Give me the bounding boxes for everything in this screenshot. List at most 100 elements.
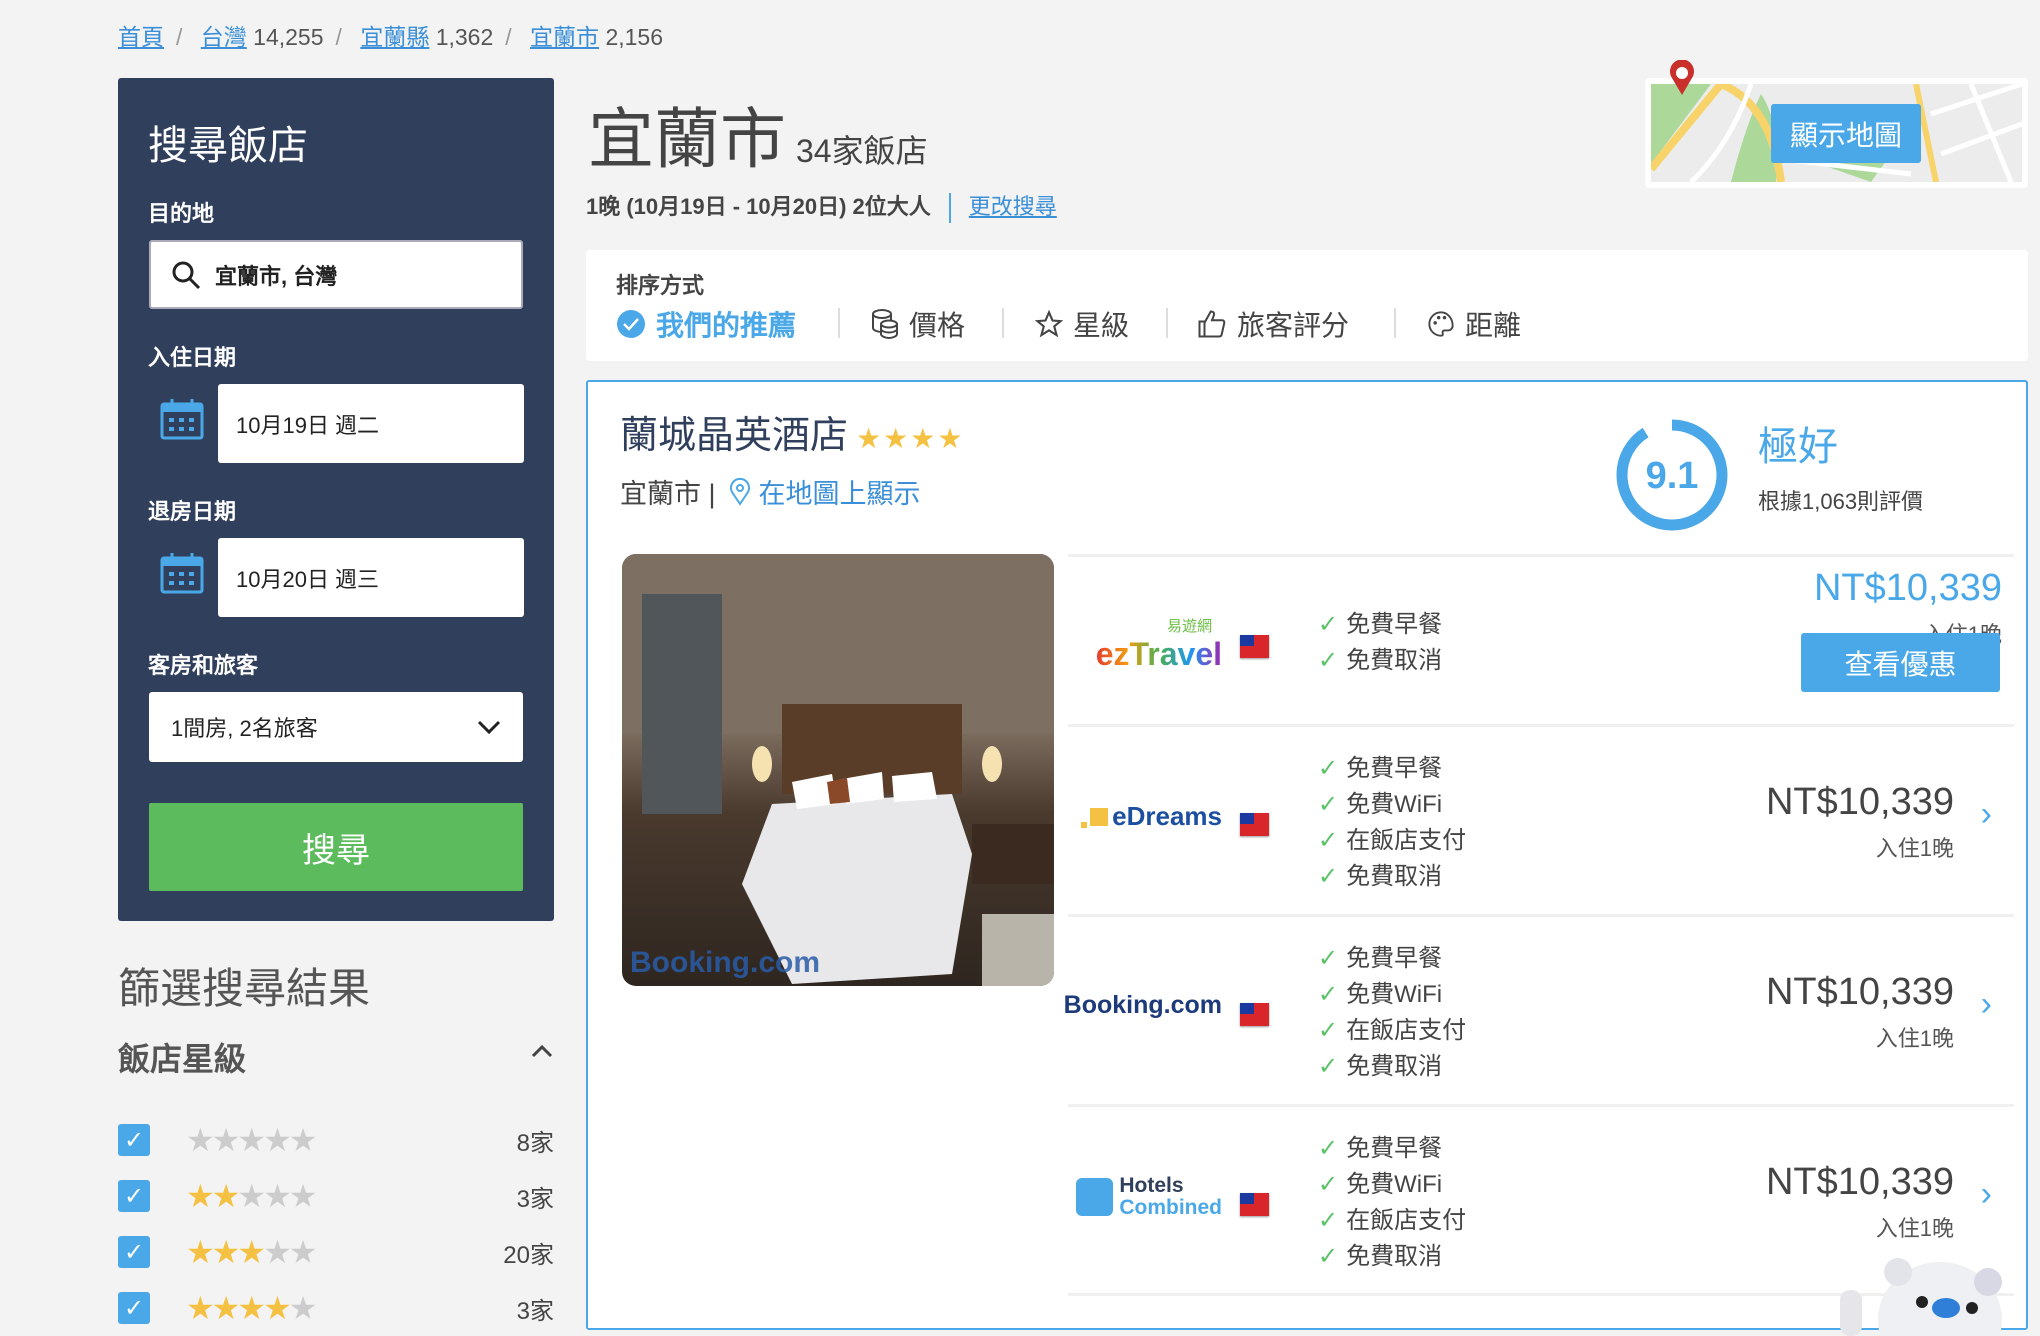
sort-option-recommended[interactable]: 我們的推薦 — [616, 304, 796, 344]
hotelscombined-logo: Hotels Combined — [1076, 1175, 1222, 1219]
breadcrumb-yilan-city[interactable]: 宜蘭市 — [530, 24, 599, 50]
offer-row-booking[interactable]: Booking.com ✓ 免費早餐 ✓ 免費WiFi ✓ 在飯店支付 ✓ 免費取消 NT$1… — [1063, 914, 2014, 1104]
edreams-logo: eDreams — [1076, 801, 1222, 832]
hotel-photo[interactable]: Booking.com — [622, 554, 1054, 986]
check-circle-icon — [617, 310, 645, 338]
chevron-right-icon[interactable]: › — [1981, 795, 1992, 834]
check-icon: ✓ — [1318, 1017, 1339, 1044]
filter-count: 3家 — [516, 1297, 554, 1325]
star-rating-icon: ★★★★★ — [186, 1290, 317, 1326]
chevron-right-icon[interactable]: › — [1981, 1175, 1992, 1214]
offer-row-eztravel[interactable]: 易遊網ezTravel ✓免費早餐✓免費取消 NT$10,339 入住1晚 查看… — [1068, 554, 2014, 724]
checkbox[interactable]: ✓ — [118, 1236, 150, 1268]
checkbox[interactable]: ✓ — [118, 1292, 150, 1324]
rooms-value: 1間房, 2名旅客 — [171, 716, 318, 741]
palette-icon — [1428, 311, 1454, 337]
filter-count: 8家 — [516, 1129, 554, 1157]
check-icon: ✓ — [1318, 791, 1339, 818]
map-pin-icon — [1670, 60, 1694, 95]
chevron-down-icon — [477, 720, 501, 735]
breadcrumb-home[interactable]: 首頁 — [118, 24, 164, 50]
city-name: 宜蘭市 — [588, 102, 786, 176]
check-icon: ✓ — [1318, 1243, 1339, 1270]
offer-nights: 入住1晚 — [1875, 1216, 1954, 1241]
hotel-location: 宜蘭市 | 在地圖上顯示 — [620, 472, 921, 511]
show-on-map-link[interactable]: 在地圖上顯示 — [729, 477, 921, 509]
check-icon: ✓ — [1318, 1135, 1339, 1162]
destination-label: 目的地 — [148, 201, 215, 226]
star-rating-icon: ★★★★★ — [186, 1234, 317, 1270]
hotel-card: 蘭城晶英酒店 ★★★★ 宜蘭市 | 在地圖上顯示 9.1 極好 根據1,063則評… — [586, 380, 2028, 1330]
show-map-button[interactable]: 顯示地圖 — [1771, 104, 1921, 163]
checkout-input[interactable]: 10月20日 週三 — [218, 538, 524, 617]
rooms-select[interactable]: 1間房, 2名旅客 — [149, 692, 523, 762]
checkbox[interactable]: ✓ — [118, 1180, 150, 1212]
checkbox[interactable]: ✓ — [118, 1124, 150, 1156]
check-icon: ✓ — [1318, 1171, 1339, 1198]
offer-price: NT$10,339 — [1813, 567, 2002, 609]
offer-price: NT$10,339 — [1765, 971, 1954, 1013]
search-panel: 搜尋飯店 目的地 宜蘭市, 台灣 入住日期 10月19日 週二 退房日期 10月… — [118, 78, 554, 921]
checkin-input[interactable]: 10月19日 週二 — [218, 384, 524, 463]
offer-features: ✓ 免費早餐 ✓ 免費WiFi ✓ 在飯店支付 ✓ 免費取消 — [1318, 755, 1467, 890]
summary-text: 1晚 (10月19日 - 10月20日) 2位大人 — [586, 194, 931, 219]
rating-score: 9.1 — [1646, 455, 1699, 497]
checkin-label: 入住日期 — [148, 345, 237, 370]
coins-icon — [872, 309, 898, 339]
change-search-link[interactable]: 更改搜尋 — [969, 194, 1057, 219]
rating-circle: 9.1 — [1616, 419, 1728, 531]
star-rating-icon: ★★★★★ — [186, 1122, 317, 1158]
view-deal-button[interactable]: 查看優惠 — [1801, 633, 2000, 692]
sort-option-rating[interactable]: 旅客評分 — [1197, 304, 1349, 344]
check-icon: ✓ — [1318, 863, 1339, 890]
offer-row-edreams[interactable]: eDreams ✓ 免費早餐 ✓ 免費WiFi ✓ 在飯店支付 ✓ 免費取消 NT$10,33… — [1068, 724, 2014, 914]
sort-option-price[interactable]: 價格 — [871, 304, 965, 344]
chevron-up-icon[interactable] — [530, 1043, 554, 1059]
chevron-right-icon[interactable]: › — [1981, 985, 1992, 1024]
photo-watermark: Booking.com — [630, 946, 820, 979]
destination-input[interactable]: 宜蘭市, 台灣 — [149, 240, 523, 309]
star-filter-row[interactable]: ✓ ★★★★★ 20家 — [118, 1234, 554, 1270]
sort-option-label: 價格 — [909, 310, 966, 341]
breadcrumb: 首頁 / 台灣 14,255/ 宜蘭縣 1,362/ 宜蘭市 2,156 — [118, 24, 663, 50]
star-rating-icon: ★★★★★ — [186, 1178, 317, 1214]
search-icon — [172, 261, 201, 289]
hotel-star-rating: ★★★★ — [856, 423, 965, 454]
sort-option-label: 旅客評分 — [1237, 310, 1350, 341]
rooms-label: 客房和旅客 — [148, 653, 259, 678]
star-filter-row[interactable]: ✓ ★★★★★ 8家 — [118, 1122, 554, 1158]
offer-features: ✓ 免費早餐 ✓ 免費WiFi ✓ 在飯店支付 ✓ 免費取消 — [1318, 945, 1467, 1080]
check-icon: ✓ — [1318, 981, 1339, 1008]
map-preview[interactable]: 顯示地圖 — [1645, 78, 2028, 188]
page-title: 宜蘭市 34家飯店 — [588, 86, 928, 182]
offer-price: NT$10,339 — [1765, 781, 1954, 823]
sort-option-label: 距離 — [1465, 310, 1522, 341]
check-icon: ✓ — [1318, 827, 1339, 854]
hotel-name[interactable]: 蘭城晶英酒店 ★★★★ — [620, 404, 964, 459]
sort-option-stars[interactable]: 星級 — [1035, 304, 1129, 344]
offer-nights: 入住1晚 — [1875, 836, 1954, 861]
filter-count: 20家 — [503, 1241, 554, 1269]
check-icon: ✓ — [1318, 755, 1339, 782]
breadcrumb-yilan-county[interactable]: 宜蘭縣 — [360, 24, 429, 50]
sort-option-label: 星級 — [1073, 310, 1130, 341]
sort-option-distance[interactable]: 距離 — [1427, 304, 1521, 344]
breadcrumb-taiwan[interactable]: 台灣 — [201, 24, 247, 50]
calendar-icon — [160, 399, 204, 440]
destination-value: 宜蘭市, 台灣 — [215, 263, 338, 289]
taiwan-flag-icon — [1240, 813, 1269, 836]
offer-nights: 入住1晚 — [1875, 1026, 1954, 1051]
star-filter-row[interactable]: ✓ ★★★★★ 3家 — [118, 1290, 554, 1326]
taiwan-flag-icon — [1240, 635, 1269, 658]
taiwan-flag-icon — [1240, 1193, 1269, 1216]
check-icon: ✓ — [1318, 1207, 1339, 1234]
star-filter-row[interactable]: ✓ ★★★★★ 3家 — [118, 1178, 554, 1214]
hotel-room-image: Booking.com — [622, 554, 1054, 986]
mascot-bear-icon — [1840, 1258, 2002, 1336]
review-count[interactable]: 根據1,063則評價 — [1758, 484, 1923, 516]
check-icon: ✓ — [1318, 611, 1339, 638]
eztravel-logo: 易遊網 ezTravel — [1095, 618, 1222, 672]
search-button[interactable]: 搜尋 — [149, 803, 523, 891]
search-summary: 1晚 (10月19日 - 10月20日) 2位大人 更改搜尋 — [586, 189, 1057, 224]
booking-logo: Booking.com — [1063, 991, 1222, 1019]
